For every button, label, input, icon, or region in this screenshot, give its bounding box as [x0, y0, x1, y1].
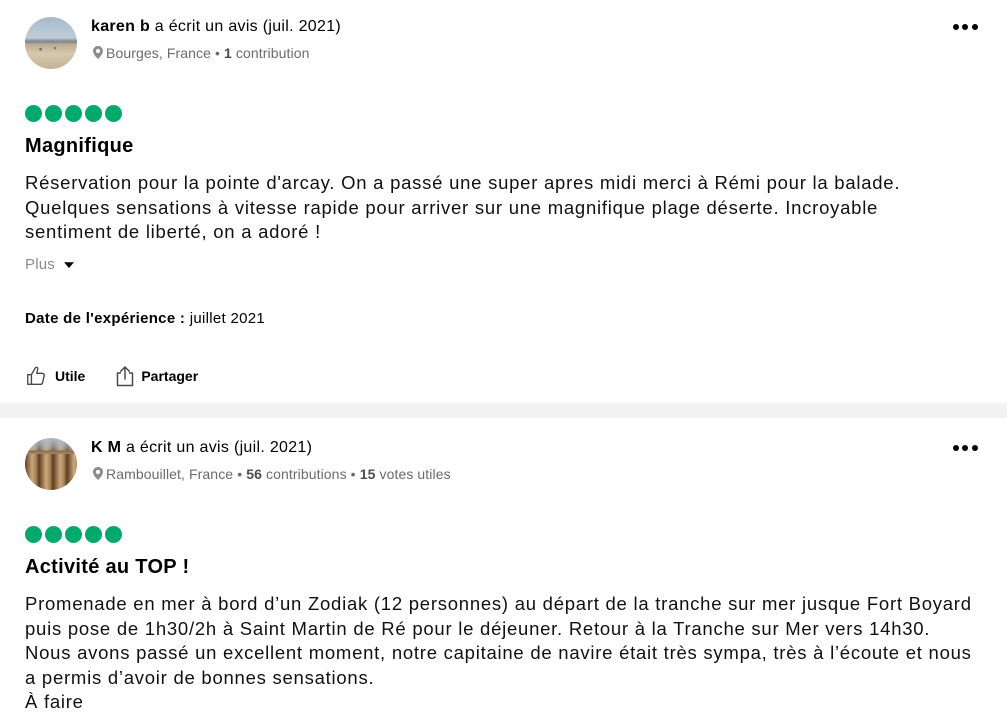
experience-date: Date de l'expérience : juillet 2021	[25, 309, 995, 329]
pin-icon	[93, 466, 103, 480]
review-title[interactable]: Magnifique	[25, 133, 995, 159]
review-header: karen b a écrit un avis (juil. 2021)	[91, 17, 341, 37]
review-content: Activité au TOP ! Promenade en mer à bor…	[25, 526, 995, 715]
review-card: K M a écrit un avis (juil. 2021) Ramboui…	[0, 418, 1007, 727]
menu-dot	[952, 445, 959, 451]
share-icon[interactable]	[115, 365, 135, 387]
menu-dot	[971, 445, 978, 451]
experience-date-label: Date de l'expérience :	[25, 309, 186, 327]
helpful-votes-label: votes utiles	[379, 466, 451, 482]
contribution-count: 1	[224, 45, 232, 61]
review-body-line: Quelques sensations à vitesse rapide pou…	[25, 196, 879, 218]
rating-bubble	[25, 105, 42, 122]
read-more-button[interactable]: Plus	[25, 255, 75, 275]
more-options-icon[interactable]	[950, 21, 980, 33]
rating-bubble	[65, 105, 82, 122]
review-body-line: Nous avons passé un excellent moment, no…	[25, 642, 972, 663]
helpful-label[interactable]: Utile	[55, 368, 85, 384]
contribution-count: 56	[246, 466, 262, 482]
menu-dot	[952, 24, 959, 30]
review-action-text: a écrit un avis (juil. 2021)	[154, 18, 342, 35]
review-header: K M a écrit un avis (juil. 2021)	[91, 438, 312, 458]
review-body-line: À faire	[25, 691, 84, 712]
helpful-button[interactable]: Utile	[25, 365, 85, 387]
review-action-text: a écrit un avis (juil. 2021)	[125, 439, 313, 456]
author-info: Bourges, France • 1 contribution	[93, 44, 310, 62]
review-content: Magnifique Réservation pour la pointe d'…	[25, 105, 995, 388]
separator: •	[237, 466, 243, 482]
rating-bubble	[85, 526, 102, 543]
review-card: karen b a écrit un avis (juil. 2021) Bou…	[0, 0, 1007, 403]
author-location: Rambouillet, France	[106, 466, 234, 482]
rating-bubble	[45, 105, 62, 122]
rating-bubbles	[25, 105, 995, 122]
rating-bubble	[65, 526, 82, 543]
contribution-label: contributions	[265, 466, 347, 482]
contribution-label: contribution	[235, 45, 310, 61]
rating-bubble	[105, 526, 122, 543]
share-label[interactable]: Partager	[141, 368, 198, 384]
review-body-line: puis pose de 1h30/2h à Saint Martin de R…	[25, 617, 931, 639]
helpful-votes-count: 15	[359, 466, 376, 482]
thumbs-up-icon[interactable]	[25, 365, 47, 387]
avatar[interactable]	[25, 17, 77, 69]
read-more-label[interactable]: Plus	[25, 255, 55, 275]
more-options-icon[interactable]	[950, 442, 980, 454]
review-actions: Utile Partager	[25, 364, 995, 388]
rating-bubble	[85, 105, 102, 122]
rating-bubbles	[25, 526, 995, 543]
author-location: Bourges, France	[106, 45, 211, 61]
rating-bubble	[45, 526, 62, 543]
review-body-line: sentiment de liberté, on a adoré !	[25, 221, 321, 242]
review-body-line: a permis d’avoir de bonnes sensations.	[25, 666, 375, 688]
pin-icon	[93, 45, 103, 59]
author-name[interactable]: karen b	[91, 18, 150, 35]
share-button[interactable]: Partager	[115, 365, 198, 387]
separator: •	[215, 45, 221, 61]
menu-dot	[962, 445, 968, 451]
rating-bubble	[25, 526, 42, 543]
caret-down-icon[interactable]	[63, 261, 75, 269]
menu-dot	[971, 24, 978, 30]
author-name[interactable]: K M	[91, 439, 121, 456]
review-body: Réservation pour la pointe d'arcay. On a…	[25, 171, 995, 245]
author-info: Rambouillet, France • 56 contributions •…	[93, 465, 451, 483]
menu-dot	[962, 24, 968, 30]
review-body-line: Réservation pour la pointe d'arcay. On a…	[25, 172, 901, 193]
review-title[interactable]: Activité au TOP !	[25, 554, 995, 580]
experience-date-value: juillet 2021	[189, 309, 266, 327]
review-body-line: Promenade en mer à bord d’un Zodiak (12 …	[25, 593, 972, 614]
rating-bubble	[105, 105, 122, 122]
review-body: Promenade en mer à bord d’un Zodiak (12 …	[25, 592, 995, 715]
separator: •	[350, 466, 356, 482]
avatar[interactable]	[25, 438, 77, 490]
review-divider	[0, 403, 1007, 418]
